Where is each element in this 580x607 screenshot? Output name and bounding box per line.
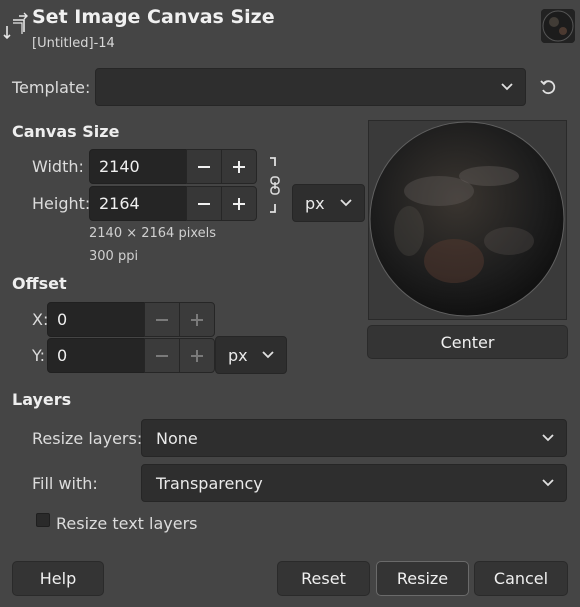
plus-icon: [191, 313, 203, 326]
resize-layers-dropdown[interactable]: None: [141, 419, 567, 457]
pixel-dimensions-info: 2140 × 2164 pixels: [89, 226, 216, 241]
width-increment-button[interactable]: [221, 149, 257, 184]
plus-icon: [233, 197, 245, 210]
plus-icon: [233, 160, 245, 173]
offset-unit-dropdown[interactable]: px: [215, 336, 287, 374]
reset-button[interactable]: Reset: [277, 561, 370, 596]
resize-text-layers-checkbox[interactable]: [36, 513, 50, 527]
reset-template-icon[interactable]: [538, 76, 560, 98]
template-label: Template:: [12, 78, 91, 97]
image-thumbnail: [541, 9, 575, 43]
canvas-preview[interactable]: [368, 120, 567, 320]
canvas-unit-value: px: [305, 193, 325, 213]
minus-icon: [156, 318, 168, 321]
canvas-size-icon: [3, 12, 29, 40]
fill-with-label: Fill with:: [32, 474, 98, 493]
width-label: Width:: [32, 157, 84, 176]
offset-y-increment-button[interactable]: [179, 338, 215, 373]
chevron-down-icon: [336, 193, 356, 213]
height-increment-button[interactable]: [221, 186, 257, 221]
offset-x-increment-button[interactable]: [179, 302, 215, 337]
offset-x-decrement-button[interactable]: [144, 302, 180, 337]
resize-button[interactable]: Resize: [376, 561, 469, 596]
offset-heading: Offset: [12, 274, 67, 293]
plus-icon: [191, 349, 203, 362]
offset-y-input[interactable]: 0: [47, 338, 145, 373]
dialog-title: Set Image Canvas Size: [32, 6, 275, 28]
chain-link-icon[interactable]: [265, 154, 285, 216]
offset-y-decrement-button[interactable]: [144, 338, 180, 373]
offset-y-label: Y:: [32, 346, 46, 365]
cancel-button[interactable]: Cancel: [474, 561, 568, 596]
canvas-size-heading: Canvas Size: [12, 122, 120, 141]
offset-x-input[interactable]: 0: [47, 302, 145, 337]
layers-heading: Layers: [12, 390, 72, 409]
height-label: Height:: [32, 194, 91, 213]
height-decrement-button[interactable]: [186, 186, 222, 221]
width-input[interactable]: 2140: [89, 149, 187, 184]
chevron-down-icon: [258, 345, 278, 365]
minus-icon: [198, 202, 210, 205]
canvas-unit-dropdown[interactable]: px: [292, 184, 365, 222]
resolution-info: 300 ppi: [89, 249, 139, 264]
fill-with-dropdown[interactable]: Transparency: [141, 464, 567, 502]
dialog-subtitle: [Untitled]-14: [32, 36, 115, 51]
width-decrement-button[interactable]: [186, 149, 222, 184]
height-input[interactable]: 2164: [89, 186, 187, 221]
chevron-down-icon: [538, 428, 558, 448]
offset-x-label: X:: [32, 310, 49, 329]
minus-icon: [156, 354, 168, 357]
resize-text-layers-label[interactable]: Resize text layers: [56, 514, 198, 533]
minus-icon: [198, 165, 210, 168]
canvas-preview-image: [369, 121, 566, 319]
chevron-down-icon: [538, 473, 558, 493]
chevron-down-icon: [497, 77, 517, 97]
resize-layers-value: None: [156, 428, 198, 448]
offset-unit-value: px: [228, 345, 248, 365]
template-dropdown[interactable]: [95, 68, 526, 106]
center-button[interactable]: Center: [367, 325, 568, 359]
fill-with-value: Transparency: [156, 473, 263, 493]
help-button[interactable]: Help: [12, 561, 104, 596]
resize-layers-label: Resize layers:: [32, 429, 143, 448]
